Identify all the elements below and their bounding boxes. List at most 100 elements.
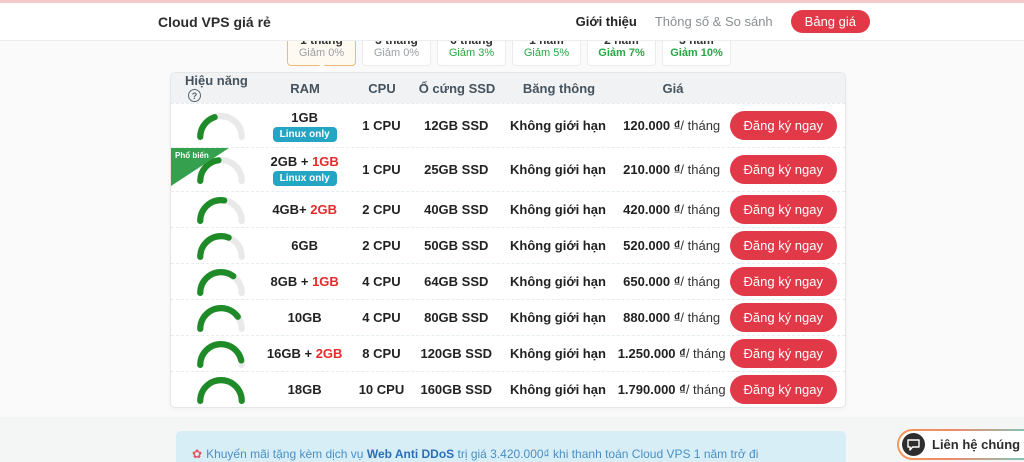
ram-value: 18GB bbox=[288, 382, 322, 397]
ram-value: 8GB + bbox=[271, 274, 313, 289]
price-amount: 420.000 ₫ bbox=[623, 202, 680, 217]
cell-ram: 6GB bbox=[257, 238, 353, 253]
cell-ssd: 25GB SSD bbox=[410, 162, 502, 177]
price-amount: 210.000 ₫ bbox=[623, 162, 680, 177]
popular-ribbon-label: Phổ biến bbox=[175, 151, 209, 160]
price-amount: 880.000 ₫ bbox=[623, 310, 680, 325]
price-amount: 120.000 ₫ bbox=[623, 118, 680, 133]
performance-gauge-icon bbox=[196, 340, 246, 368]
column-header-performance: Hiệu năng? bbox=[171, 73, 257, 103]
register-button[interactable]: Đăng ký ngay bbox=[730, 375, 838, 404]
help-icon[interactable]: ? bbox=[188, 89, 201, 102]
table-row: 6GB 2 CPU 50GB SSD Không giới hạn 520.00… bbox=[171, 227, 845, 263]
register-button[interactable]: Đăng ký ngay bbox=[730, 111, 838, 140]
cell-ram: 1GB Linux only bbox=[257, 110, 353, 142]
linux-only-badge: Linux only bbox=[273, 171, 337, 186]
pricing-table-header: Hiệu năng? RAM CPU Ổ cứng SSD Băng thông… bbox=[171, 73, 845, 103]
cell-cpu: 8 CPU bbox=[353, 346, 411, 361]
ram-value: 4GB+ bbox=[272, 202, 310, 217]
contact-chat-widget[interactable]: Liên hệ chúng tôi bbox=[897, 429, 1024, 460]
ram-value: 16GB + bbox=[267, 346, 316, 361]
cell-ram: 2GB + 1GB Linux only bbox=[257, 154, 353, 186]
register-button[interactable]: Đăng ký ngay bbox=[730, 195, 838, 224]
cell-performance bbox=[171, 196, 257, 224]
price-period: / tháng bbox=[680, 118, 720, 133]
gift-icon: ✿ bbox=[192, 447, 202, 461]
page-title: Cloud VPS giá rẻ bbox=[158, 14, 271, 30]
performance-gauge-icon bbox=[196, 232, 246, 260]
register-button[interactable]: Đăng ký ngay bbox=[730, 155, 838, 184]
linux-only-badge: Linux only bbox=[273, 127, 337, 142]
cell-performance bbox=[171, 232, 257, 260]
price-period: / tháng bbox=[686, 346, 726, 361]
price-amount: 520.000 ₫ bbox=[623, 238, 680, 253]
cell-cpu: 4 CPU bbox=[353, 310, 411, 325]
table-row: 10GB 4 CPU 80GB SSD Không giới hạn 880.0… bbox=[171, 299, 845, 335]
cell-performance bbox=[171, 268, 257, 296]
nav-link-about[interactable]: Giới thiệu bbox=[576, 14, 637, 29]
nav-link-specs[interactable]: Thông số & So sánh bbox=[655, 14, 773, 29]
pricing-table-body: 1GB Linux only 1 CPU 12GB SSD Không giới… bbox=[171, 103, 845, 407]
cell-ssd: 50GB SSD bbox=[410, 238, 502, 253]
pricing-table: Hiệu năng? RAM CPU Ổ cứng SSD Băng thông… bbox=[170, 72, 846, 408]
column-header-ram: RAM bbox=[257, 81, 353, 96]
performance-gauge-icon bbox=[196, 376, 246, 404]
column-header-ssd: Ổ cứng SSD bbox=[411, 81, 503, 96]
table-row: 8GB + 1GB 4 CPU 64GB SSD Không giới hạn … bbox=[171, 263, 845, 299]
ram-bonus-value: 2GB bbox=[310, 202, 337, 217]
cell-bandwidth: Không giới hạn bbox=[502, 382, 614, 397]
table-row: 1GB Linux only 1 CPU 12GB SSD Không giới… bbox=[171, 103, 845, 147]
nav-pricing-button[interactable]: Bảng giá bbox=[791, 10, 870, 33]
cell-ssd: 40GB SSD bbox=[410, 202, 502, 217]
column-header-cpu: CPU bbox=[353, 81, 411, 96]
ram-value: 10GB bbox=[288, 310, 322, 325]
ram-bonus-value: 1GB bbox=[312, 154, 339, 169]
price-amount: 1.790.000 ₫ bbox=[618, 382, 686, 397]
price-period: / tháng bbox=[680, 274, 720, 289]
promo-link-web-anti-ddos[interactable]: Web Anti DDoS bbox=[367, 447, 454, 461]
promo-text-prefix: Khuyến mãi tặng kèm dịch vụ bbox=[206, 447, 367, 461]
ram-bonus-value: 2GB bbox=[316, 346, 343, 361]
cell-bandwidth: Không giới hạn bbox=[502, 202, 614, 217]
register-button[interactable]: Đăng ký ngay bbox=[730, 303, 838, 332]
cell-ssd: 64GB SSD bbox=[410, 274, 502, 289]
chat-gradient-border: Liên hệ chúng tôi bbox=[897, 429, 1024, 460]
cell-price: 420.000 ₫/ tháng bbox=[614, 202, 730, 217]
register-button[interactable]: Đăng ký ngay bbox=[730, 231, 838, 260]
cell-bandwidth: Không giới hạn bbox=[502, 118, 614, 133]
price-period: / tháng bbox=[686, 382, 726, 397]
period-tab-discount: Giảm 0% bbox=[299, 47, 344, 60]
ram-value: 2GB + bbox=[271, 154, 313, 169]
price-period: / tháng bbox=[680, 202, 720, 217]
price-period: / tháng bbox=[680, 310, 720, 325]
column-header-price: Giá bbox=[615, 81, 731, 96]
promo-banner: ✿ Khuyến mãi tặng kèm dịch vụ Web Anti DD… bbox=[176, 431, 846, 462]
cell-ram: 10GB bbox=[257, 310, 353, 325]
cell-cpu: 2 CPU bbox=[353, 202, 411, 217]
chat-label: Liên hệ chúng tôi bbox=[932, 437, 1024, 452]
cell-price: 210.000 ₫/ tháng bbox=[614, 162, 730, 177]
register-button[interactable]: Đăng ký ngay bbox=[730, 267, 838, 296]
sticky-header: Cloud VPS giá rẻ Giới thiệu Thông số & S… bbox=[0, 3, 1024, 41]
cell-bandwidth: Không giới hạn bbox=[502, 162, 614, 177]
table-row: 4GB+ 2GB 2 CPU 40GB SSD Không giới hạn 4… bbox=[171, 191, 845, 227]
ram-value: 1GB bbox=[291, 110, 318, 125]
ram-value: 6GB bbox=[291, 238, 318, 253]
register-button[interactable]: Đăng ký ngay bbox=[730, 339, 838, 368]
table-row: 18GB 10 CPU 160GB SSD Không giới hạn 1.7… bbox=[171, 371, 845, 407]
cell-ram: 16GB + 2GB bbox=[257, 346, 353, 361]
performance-gauge-icon bbox=[196, 268, 246, 296]
cell-ram: 18GB bbox=[257, 382, 353, 397]
top-accent-line bbox=[0, 0, 1024, 3]
cell-price: 120.000 ₫/ tháng bbox=[614, 118, 730, 133]
cell-performance bbox=[171, 304, 257, 332]
cell-price: 520.000 ₫/ tháng bbox=[614, 238, 730, 253]
period-tab-discount: Giảm 3% bbox=[449, 47, 494, 60]
promo-text-suffix: trị giá 3.420.000₫ khi thanh toán Cloud … bbox=[454, 447, 758, 461]
ram-bonus-value: 1GB bbox=[312, 274, 339, 289]
cell-cpu: 2 CPU bbox=[353, 238, 411, 253]
price-amount: 1.250.000 ₫ bbox=[618, 346, 686, 361]
performance-gauge-icon bbox=[196, 304, 246, 332]
cell-bandwidth: Không giới hạn bbox=[502, 274, 614, 289]
cell-price: 1.790.000 ₫/ tháng bbox=[614, 382, 730, 397]
